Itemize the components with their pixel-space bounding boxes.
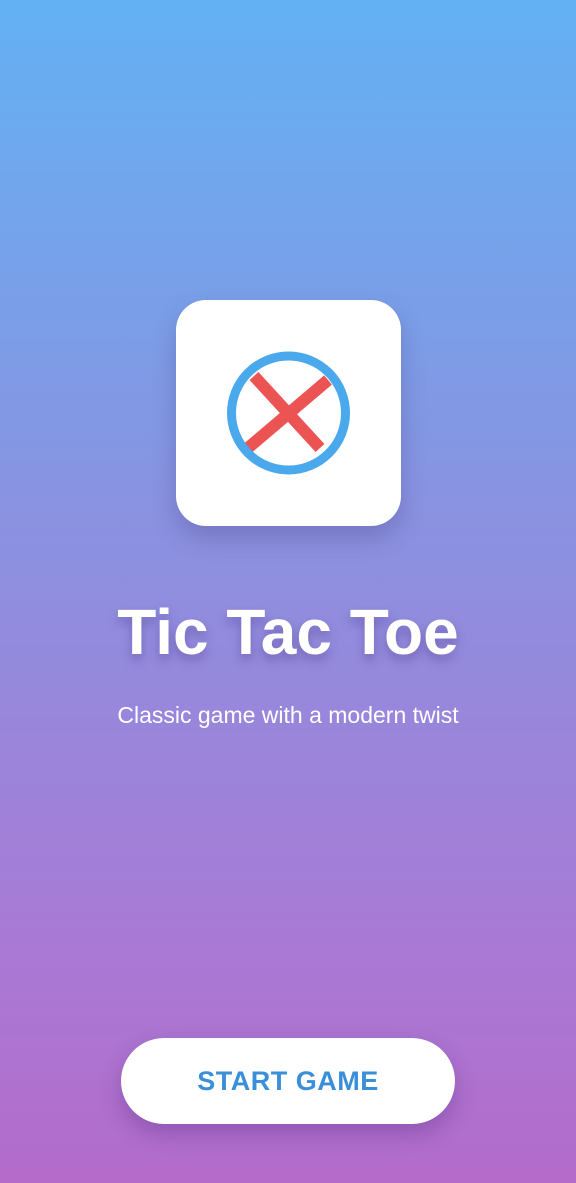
app-title: Tic Tac Toe (117, 596, 459, 668)
start-game-button[interactable]: START GAME (121, 1038, 455, 1124)
x-in-circle-icon (227, 351, 350, 475)
app-subtitle: Classic game with a modern twist (117, 702, 459, 728)
app-logo (176, 300, 401, 526)
splash-screen: Tic Tac Toe Classic game with a modern t… (0, 0, 576, 1183)
